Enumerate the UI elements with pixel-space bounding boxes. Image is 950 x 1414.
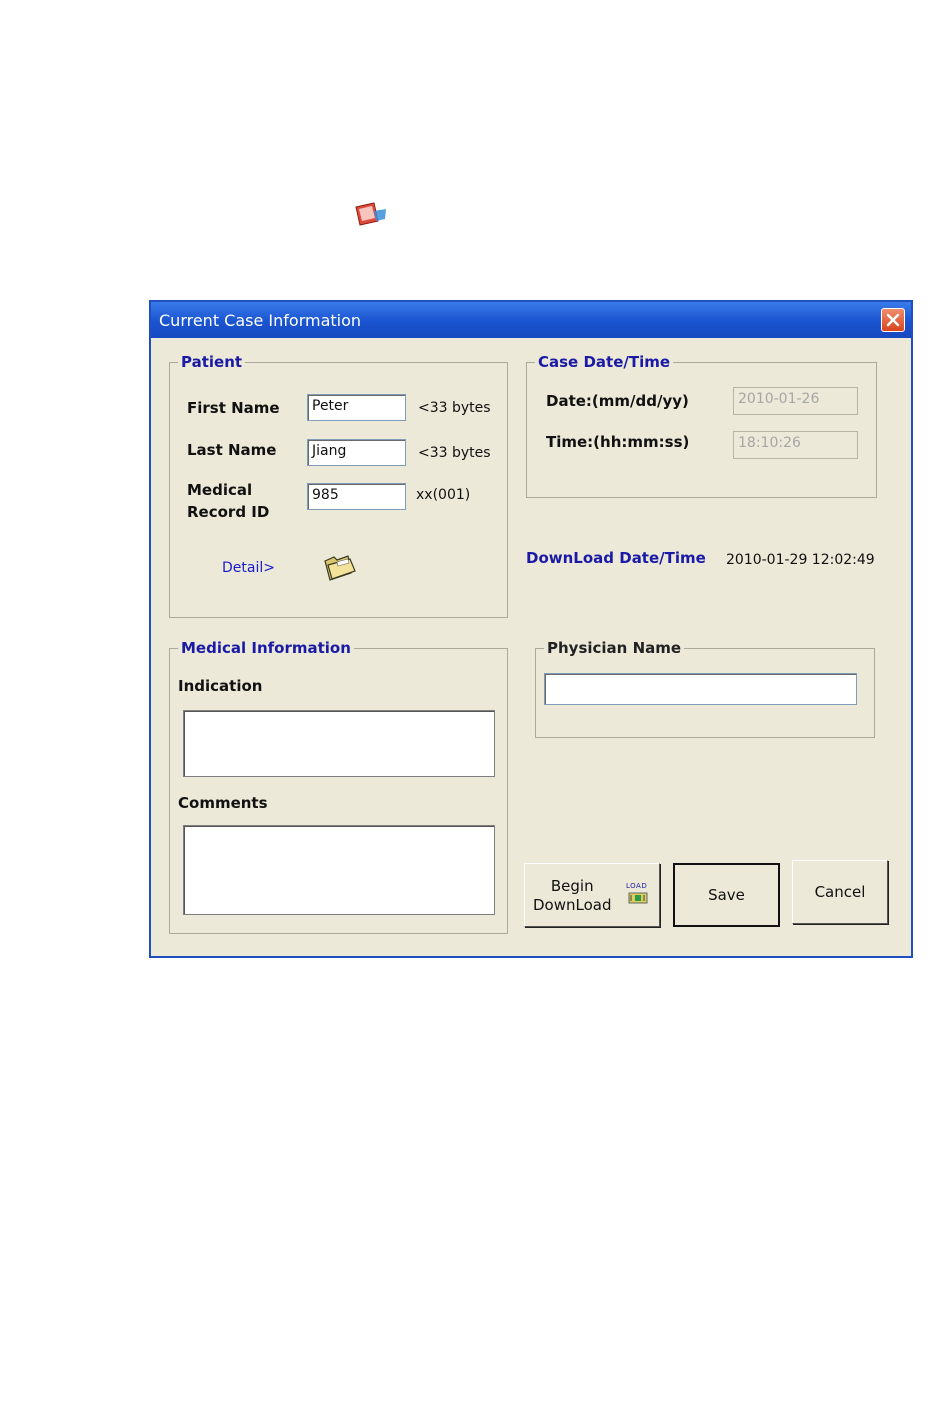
medical-info-legend: Medical Information [178,639,354,657]
begin-download-label-line2: DownLoad [533,896,612,914]
first-name-hint: <33 bytes [418,400,491,416]
record-id-label-line2: Record ID [187,503,270,521]
physician-legend: Physician Name [544,639,685,657]
patient-group: Patient First Name Peter <33 bytes Last … [169,353,508,618]
dialog-title: Current Case Information [159,311,362,330]
time-label: Time:(hh:mm:ss) [546,433,690,451]
folder-icon[interactable] [322,551,358,583]
physician-group: Physician Name [535,639,875,738]
begin-download-label-line1: Begin [550,877,594,895]
load-icon: LOAD [626,882,650,906]
first-name-field[interactable]: Peter [307,394,406,421]
case-datetime-group: Case Date/Time Date:(mm/dd/yy) 2010-01-2… [526,353,877,498]
last-name-hint: <33 bytes [418,445,491,461]
time-field: 18:10:26 [733,431,858,459]
date-label: Date:(mm/dd/yy) [546,392,689,410]
last-name-label: Last Name [187,441,277,459]
begin-download-button[interactable]: Begin DownLoad LOAD [524,863,660,927]
dialog-titlebar[interactable]: Current Case Information [151,302,911,338]
indication-label: Indication [178,677,263,695]
detail-link[interactable]: Detail> [222,560,275,576]
indication-textarea[interactable] [183,710,495,777]
medical-info-group: Medical Information Indication Comments [169,639,508,934]
save-button-label: Save [708,886,745,904]
cancel-button-label: Cancel [814,883,866,901]
download-datetime-value: 2010-01-29 12:02:49 [726,552,875,568]
load-icon-text: LOAD [626,882,648,890]
record-id-hint: xx(001) [416,487,471,503]
close-button[interactable] [881,308,905,332]
record-id-label-line1: Medical [187,481,253,499]
patient-legend: Patient [178,353,246,371]
comments-textarea[interactable] [183,825,495,915]
record-id-field[interactable]: 985 [307,483,406,510]
comments-label: Comments [178,794,268,812]
date-field: 2010-01-26 [733,387,858,415]
case-datetime-legend: Case Date/Time [535,353,674,371]
application-icon [352,201,388,227]
save-button[interactable]: Save [673,863,780,927]
physician-name-field[interactable] [544,673,857,705]
first-name-label: First Name [187,399,280,417]
current-case-dialog: Current Case Information Patient First N… [149,300,913,958]
download-datetime-label: DownLoad Date/Time [526,549,706,567]
last-name-field[interactable]: Jiang [307,439,406,466]
cancel-button[interactable]: Cancel [792,860,888,924]
close-icon [886,313,900,327]
